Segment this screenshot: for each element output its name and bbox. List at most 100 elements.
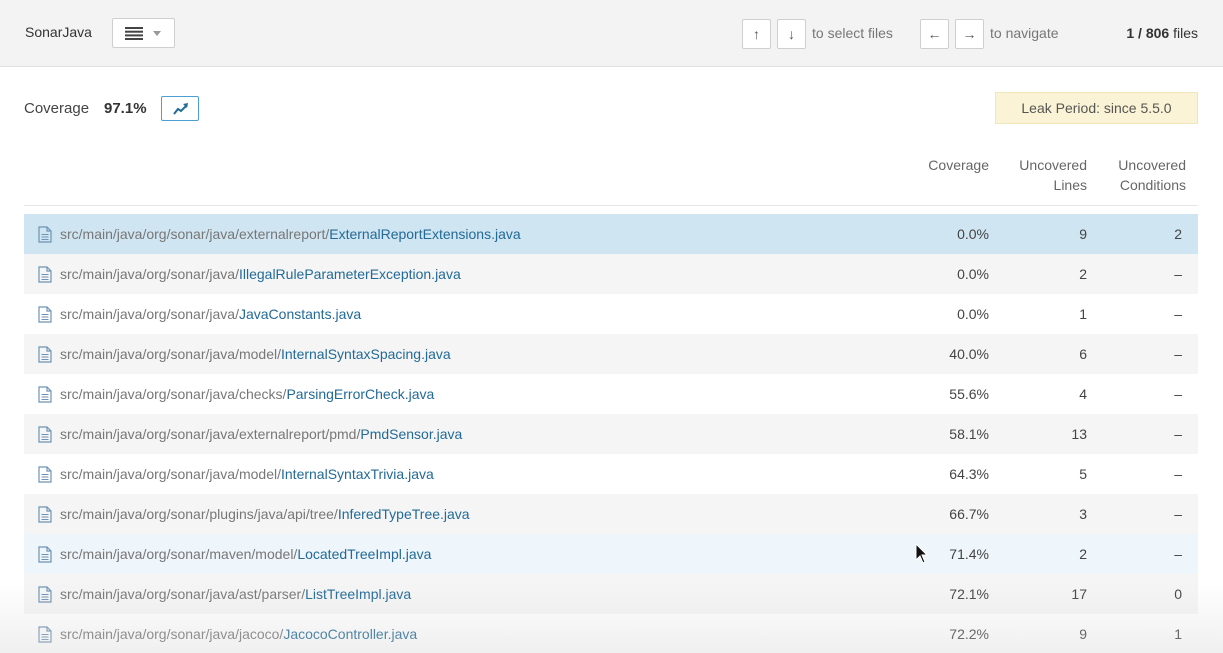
uncovered-lines-cell[interactable]: 2 xyxy=(1079,546,1087,562)
uncovered-lines-cell[interactable]: 9 xyxy=(1079,226,1087,242)
navigate-hint: to navigate xyxy=(990,25,1059,41)
uncovered-conditions-cell[interactable]: – xyxy=(1174,546,1182,562)
mouse-cursor-icon xyxy=(915,543,929,564)
top-bar: SonarJava ↑ ↓ to select files ← → to nav… xyxy=(0,0,1223,67)
leak-period-badge: Leak Period: since 5.5.0 xyxy=(995,92,1198,124)
file-directory: src/main/java/org/sonar/java/ xyxy=(60,266,239,282)
file-name: InferedTypeTree.java xyxy=(337,506,470,522)
file-name: PmdSensor.java xyxy=(360,426,463,442)
table-row[interactable]: src/main/java/org/sonar/plugins/java/api… xyxy=(24,494,1198,534)
select-files-hint: to select files xyxy=(812,25,893,41)
uncovered-lines-cell[interactable]: 4 xyxy=(1079,386,1087,402)
trend-chart-icon xyxy=(173,103,188,115)
table-row[interactable]: src/main/java/org/sonar/java/JavaConstan… xyxy=(24,294,1198,334)
uncovered-lines-header-line2: Lines xyxy=(1053,177,1087,193)
file-icon xyxy=(38,506,52,523)
file-path-link[interactable]: src/main/java/org/sonar/java/IllegalRule… xyxy=(60,266,461,282)
file-icon xyxy=(38,546,52,563)
uncovered-conditions-cell[interactable]: 2 xyxy=(1174,226,1182,242)
file-path-link[interactable]: src/main/java/org/sonar/plugins/java/api… xyxy=(60,506,470,522)
coverage-cell[interactable]: 72.1% xyxy=(949,586,989,602)
file-path-link[interactable]: src/main/java/org/sonar/java/JavaConstan… xyxy=(60,306,361,322)
table-row[interactable]: src/main/java/org/sonar/java/IllegalRule… xyxy=(24,254,1198,294)
file-icon xyxy=(38,226,52,243)
project-name[interactable]: SonarJava xyxy=(25,24,92,40)
key-right-button[interactable]: → xyxy=(955,19,984,49)
coverage-trend-button[interactable] xyxy=(161,96,199,121)
coverage-cell[interactable]: 72.2% xyxy=(949,626,989,642)
file-directory: src/main/java/org/sonar/java/model/ xyxy=(60,466,281,482)
file-path-link[interactable]: src/main/java/org/sonar/java/model/Inter… xyxy=(60,346,451,362)
file-directory: src/main/java/org/sonar/java/ast/parser/ xyxy=(60,586,306,602)
uncovered-conditions-cell[interactable]: – xyxy=(1174,466,1182,482)
file-directory: src/main/java/org/sonar/maven/model/ xyxy=(60,546,298,562)
uncovered-lines-cell[interactable]: 17 xyxy=(1071,586,1087,602)
file-name: ExternalReportExtensions.java xyxy=(329,226,521,242)
file-path-link[interactable]: src/main/java/org/sonar/java/externalrep… xyxy=(60,226,521,242)
file-path-link[interactable]: src/main/java/org/sonar/java/model/Inter… xyxy=(60,466,434,482)
file-directory: src/main/java/org/sonar/java/checks/ xyxy=(60,386,287,402)
key-up-button[interactable]: ↑ xyxy=(742,19,771,49)
file-name: ListTreeImpl.java xyxy=(305,586,412,602)
uncovered-lines-cell[interactable]: 5 xyxy=(1079,466,1087,482)
uncovered-conditions-cell[interactable]: – xyxy=(1174,386,1182,402)
file-name: IllegalRuleParameterException.java xyxy=(238,266,461,282)
coverage-cell[interactable]: 0.0% xyxy=(957,306,989,322)
file-icon xyxy=(38,346,52,363)
file-directory: src/main/java/org/sonar/java/externalrep… xyxy=(60,226,330,242)
file-path-link[interactable]: src/main/java/org/sonar/java/jacoco/Jaco… xyxy=(60,626,417,642)
uncovered-conditions-cell[interactable]: – xyxy=(1174,306,1182,322)
uncovered-lines-cell[interactable]: 6 xyxy=(1079,346,1087,362)
uncovered-conditions-cell[interactable]: – xyxy=(1174,506,1182,522)
file-directory: src/main/java/org/sonar/java/jacoco/ xyxy=(60,626,284,642)
uncovered-lines-cell[interactable]: 2 xyxy=(1079,266,1087,282)
file-path-link[interactable]: src/main/java/org/sonar/java/checks/Pars… xyxy=(60,386,434,402)
coverage-cell[interactable]: 58.1% xyxy=(949,426,989,442)
uncovered-conditions-cell[interactable]: – xyxy=(1174,426,1182,442)
table-row[interactable]: src/main/java/org/sonar/java/externalrep… xyxy=(24,414,1198,454)
uncovered-lines-cell[interactable]: 13 xyxy=(1071,426,1087,442)
table-row[interactable]: src/main/java/org/sonar/java/jacoco/Jaco… xyxy=(24,614,1198,653)
coverage-cell[interactable]: 55.6% xyxy=(949,386,989,402)
coverage-value: 97.1% xyxy=(104,100,147,117)
coverage-cell[interactable]: 40.0% xyxy=(949,346,989,362)
uncovered-conditions-cell[interactable]: 1 xyxy=(1174,626,1182,642)
file-directory: src/main/java/org/sonar/java/externalrep… xyxy=(60,426,361,442)
uncovered-conditions-cell[interactable]: – xyxy=(1174,266,1182,282)
coverage-cell[interactable]: 66.7% xyxy=(949,506,989,522)
uncovered-conditions-cell[interactable]: – xyxy=(1174,346,1182,362)
table-row[interactable]: src/main/java/org/sonar/java/ast/parser/… xyxy=(24,574,1198,614)
coverage-cell[interactable]: 0.0% xyxy=(957,226,989,242)
file-path-link[interactable]: src/main/java/org/sonar/java/externalrep… xyxy=(60,426,462,442)
file-list: src/main/java/org/sonar/java/externalrep… xyxy=(24,214,1198,653)
uncovered-conditions-header-line2: Conditions xyxy=(1119,177,1186,193)
coverage-cell[interactable]: 64.3% xyxy=(949,466,989,482)
file-icon xyxy=(38,586,52,603)
uncovered-lines-header-line1: Uncovered xyxy=(1019,157,1087,173)
table-row[interactable]: src/main/java/org/sonar/java/checks/Pars… xyxy=(24,374,1198,414)
file-icon xyxy=(38,466,52,483)
coverage-column-header[interactable]: Coverage xyxy=(900,155,989,175)
table-row[interactable]: src/main/java/org/sonar/maven/model/Loca… xyxy=(24,534,1198,574)
table-row[interactable]: src/main/java/org/sonar/java/externalrep… xyxy=(24,214,1198,254)
file-name: InternalSyntaxTrivia.java xyxy=(281,466,434,482)
uncovered-lines-cell[interactable]: 9 xyxy=(1079,626,1087,642)
table-row[interactable]: src/main/java/org/sonar/java/model/Inter… xyxy=(24,454,1198,494)
key-down-button[interactable]: ↓ xyxy=(777,19,806,49)
key-left-button[interactable]: ← xyxy=(920,19,949,49)
uncovered-conditions-column-header[interactable]: Uncovered Conditions xyxy=(1100,155,1186,195)
uncovered-conditions-cell[interactable]: 0 xyxy=(1174,586,1182,602)
coverage-cell[interactable]: 71.4% xyxy=(949,546,989,562)
file-icon xyxy=(38,626,52,643)
view-mode-select[interactable] xyxy=(112,18,175,48)
table-row[interactable]: src/main/java/org/sonar/java/model/Inter… xyxy=(24,334,1198,374)
uncovered-lines-cell[interactable]: 1 xyxy=(1079,306,1087,322)
uncovered-lines-cell[interactable]: 3 xyxy=(1079,506,1087,522)
file-path-link[interactable]: src/main/java/org/sonar/java/ast/parser/… xyxy=(60,586,411,602)
file-path-link[interactable]: src/main/java/org/sonar/maven/model/Loca… xyxy=(60,546,431,562)
file-directory: src/main/java/org/sonar/java/ xyxy=(60,306,239,322)
coverage-cell[interactable]: 0.0% xyxy=(957,266,989,282)
file-name: JacocoController.java xyxy=(283,626,418,642)
uncovered-conditions-header-line1: Uncovered xyxy=(1118,157,1186,173)
uncovered-lines-column-header[interactable]: Uncovered Lines xyxy=(1000,155,1087,195)
